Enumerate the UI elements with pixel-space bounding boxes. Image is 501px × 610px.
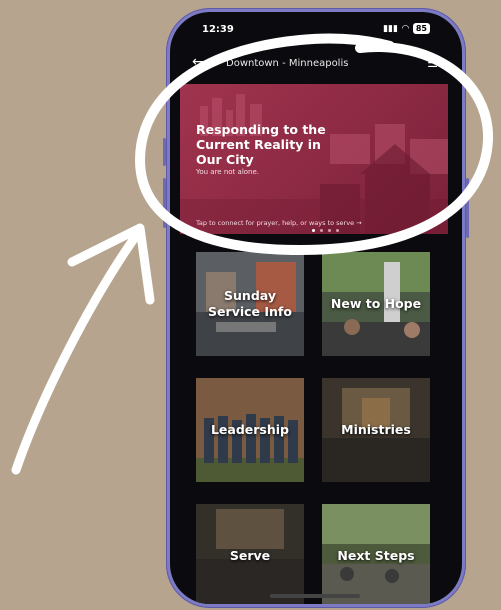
phone-side-button [163, 138, 166, 166]
tile-label: New to Hope [330, 296, 422, 311]
carousel-dot[interactable] [328, 229, 331, 232]
annotation-arrow-shaft [11, 225, 145, 475]
status-bar: 12:39 ▮▮▮ ◠ 85 [170, 12, 462, 42]
phone-frame: 12:39 ▮▮▮ ◠ 85 ← Downtown - Minneapolis … [163, 8, 469, 608]
tile-label: Serve [229, 548, 271, 563]
home-indicator[interactable] [270, 594, 360, 598]
tile-serve[interactable]: Serve [196, 504, 304, 604]
signal-icon: ▮▮▮ [383, 23, 398, 34]
nav-bar: ← Downtown - Minneapolis ☰ [170, 50, 462, 78]
carousel-dots[interactable] [312, 229, 339, 232]
banner-cta: Tap to connect for prayer, help, or ways… [196, 219, 362, 227]
banner-subtitle: You are not alone. [196, 168, 260, 176]
tile-new-to-hope[interactable]: New to Hope [322, 252, 430, 356]
phone-power-button [466, 178, 469, 238]
carousel-dot[interactable] [336, 229, 339, 232]
tile-label: Ministries [341, 422, 411, 437]
nav-title: Downtown - Minneapolis [226, 58, 349, 69]
phone-screen: 12:39 ▮▮▮ ◠ 85 ← Downtown - Minneapolis … [170, 12, 462, 604]
battery-icon: 85 [412, 23, 430, 34]
annotation-arrowhead [67, 223, 155, 305]
tile-ministries[interactable]: Ministries [322, 378, 430, 482]
hero-banner[interactable]: Responding to the Current Reality in Our… [180, 84, 448, 234]
tile-label: Next Steps [337, 548, 415, 563]
tile-sunday-service-info[interactable]: Sunday Service Info [196, 252, 304, 356]
back-arrow-icon[interactable]: ← [192, 54, 204, 70]
carousel-dot[interactable] [312, 229, 315, 232]
tile-next-steps[interactable]: Next Steps [322, 504, 430, 604]
tile-leadership[interactable]: Leadership [196, 378, 304, 482]
tile-label: Sunday Service Info [208, 288, 292, 319]
wifi-icon: ◠ [401, 23, 409, 34]
banner-title: Responding to the Current Reality in Our… [196, 122, 326, 167]
carousel-dot[interactable] [320, 229, 323, 232]
status-time: 12:39 [202, 24, 234, 35]
status-icons: ▮▮▮ ◠ 85 [383, 23, 430, 34]
phone-side-button [163, 178, 166, 228]
tile-label: Leadership [210, 422, 290, 437]
menu-icon[interactable]: ☰ [427, 56, 438, 70]
